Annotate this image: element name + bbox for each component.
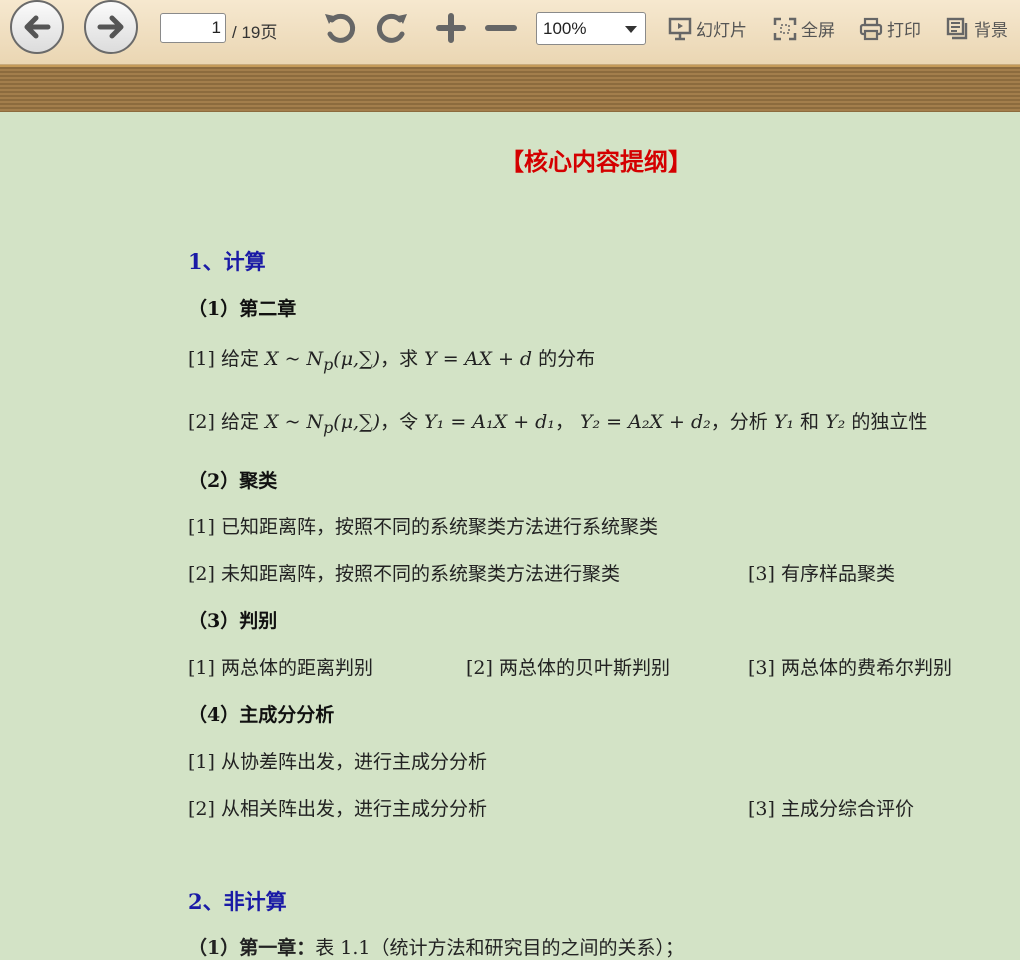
- arrow-right-icon: [97, 15, 124, 39]
- fullscreen-button[interactable]: 全屏: [773, 16, 843, 42]
- subsection-chapter1: （1）第一章：: [188, 937, 316, 959]
- zoom-out-icon[interactable]: [484, 8, 518, 48]
- list-item: [1] 已知距离阵，按照不同的系统聚类方法进行系统聚类: [188, 516, 658, 538]
- print-label: 打印: [887, 21, 921, 41]
- item-independence: [2] 给定 X ~ Np(μ,∑)，令 Y₁ = A₁X + d₁， Y₂ =…: [188, 407, 927, 437]
- item-text: ，令: [380, 411, 425, 433]
- item-text: 和: [794, 411, 826, 433]
- math-subscript: p: [323, 417, 334, 437]
- subsection-pca: （4）主成分分析: [188, 704, 335, 726]
- math-text: X ~ N: [265, 411, 324, 433]
- page-total-label: / 19页: [232, 23, 278, 42]
- subsection-chapter2: （1）第二章: [188, 298, 297, 320]
- slideshow-icon: [668, 17, 692, 41]
- rotate-right-icon[interactable]: [372, 8, 410, 48]
- chevron-down-icon: [625, 26, 637, 33]
- list-item: [3] 两总体的费希尔判别: [748, 657, 952, 679]
- item-text: [1] 给定: [188, 348, 265, 370]
- arrow-left-icon: [24, 15, 51, 39]
- math-text: (μ,∑): [333, 348, 381, 370]
- slideshow-label: 幻灯片: [696, 21, 747, 41]
- math-text: Y₁ = A₁X + d₁: [424, 411, 555, 433]
- list-item: （1）第一章：表 1.1（统计方法和研究目的之间的关系）；: [188, 933, 684, 960]
- rotate-left-icon[interactable]: [322, 8, 360, 48]
- math-text: X ~ N: [265, 348, 324, 370]
- forward-button[interactable]: [84, 0, 138, 54]
- math-subscript: p: [323, 354, 334, 374]
- list-item: [1] 两总体的距离判别: [188, 657, 373, 679]
- background-button[interactable]: 背景: [946, 16, 1018, 42]
- zoom-in-icon[interactable]: [434, 8, 468, 48]
- print-button[interactable]: 打印: [859, 16, 929, 42]
- math-text: Y₂ = A₂X + d₂: [579, 411, 711, 433]
- math-text: Y₁: [773, 411, 795, 433]
- section-heading-noncompute: 2、非计算: [188, 889, 287, 914]
- section-heading-compute: 1、计算: [188, 249, 266, 274]
- item-text: ，求: [380, 348, 425, 370]
- list-item: [3] 有序样品聚类: [748, 563, 895, 585]
- background-label: 背景: [974, 21, 1008, 41]
- list-item: [2] 从相关阵出发，进行主成分分析: [188, 798, 487, 820]
- list-item: [3] 主成分综合评价: [748, 798, 914, 820]
- item-text: 的独立性: [845, 411, 928, 433]
- item-text: 的分布: [532, 348, 596, 370]
- zoom-select[interactable]: 100%: [536, 12, 646, 45]
- math-text: Y₂: [825, 411, 846, 433]
- fullscreen-icon: [773, 17, 797, 41]
- item-text: 表 1.1（统计方法和研究目的之间的关系）；: [315, 937, 684, 959]
- slideshow-button[interactable]: 幻灯片: [668, 16, 756, 42]
- toolbar-divider-band: [0, 65, 1020, 112]
- printer-icon: [859, 17, 883, 41]
- fullscreen-label: 全屏: [801, 21, 835, 41]
- item-text: ，: [554, 411, 580, 433]
- zoom-value: 100%: [543, 19, 587, 38]
- back-button[interactable]: [10, 0, 64, 54]
- subsection-discriminant: （3）判别: [188, 610, 278, 632]
- list-item: [2] 未知距离阵，按照不同的系统聚类方法进行聚类: [188, 563, 620, 585]
- list-item: [1] 从协差阵出发，进行主成分分析: [188, 751, 487, 773]
- subsection-clustering: （2）聚类: [188, 470, 278, 492]
- toolbar: 1 / 19页 100% 幻灯片 全屏 打印 背景: [0, 0, 1020, 65]
- item-text: ，分析: [710, 411, 774, 433]
- document-page: 【核心内容提纲】 1、计算 （1）第二章 [1] 给定 X ~ Np(μ,∑)，…: [0, 110, 1020, 959]
- page-number-input[interactable]: 1: [160, 13, 226, 43]
- list-item: [2] 两总体的贝叶斯判别: [466, 657, 670, 679]
- math-text: Y = AX + d: [424, 348, 533, 370]
- math-text: (μ,∑): [333, 411, 381, 433]
- background-icon: [946, 17, 968, 40]
- document-title: 【核心内容提纲】: [500, 147, 692, 176]
- item-text: [2] 给定: [188, 411, 265, 433]
- item-distribution: [1] 给定 X ~ Np(μ,∑)，求 Y = AX + d 的分布: [188, 344, 595, 374]
